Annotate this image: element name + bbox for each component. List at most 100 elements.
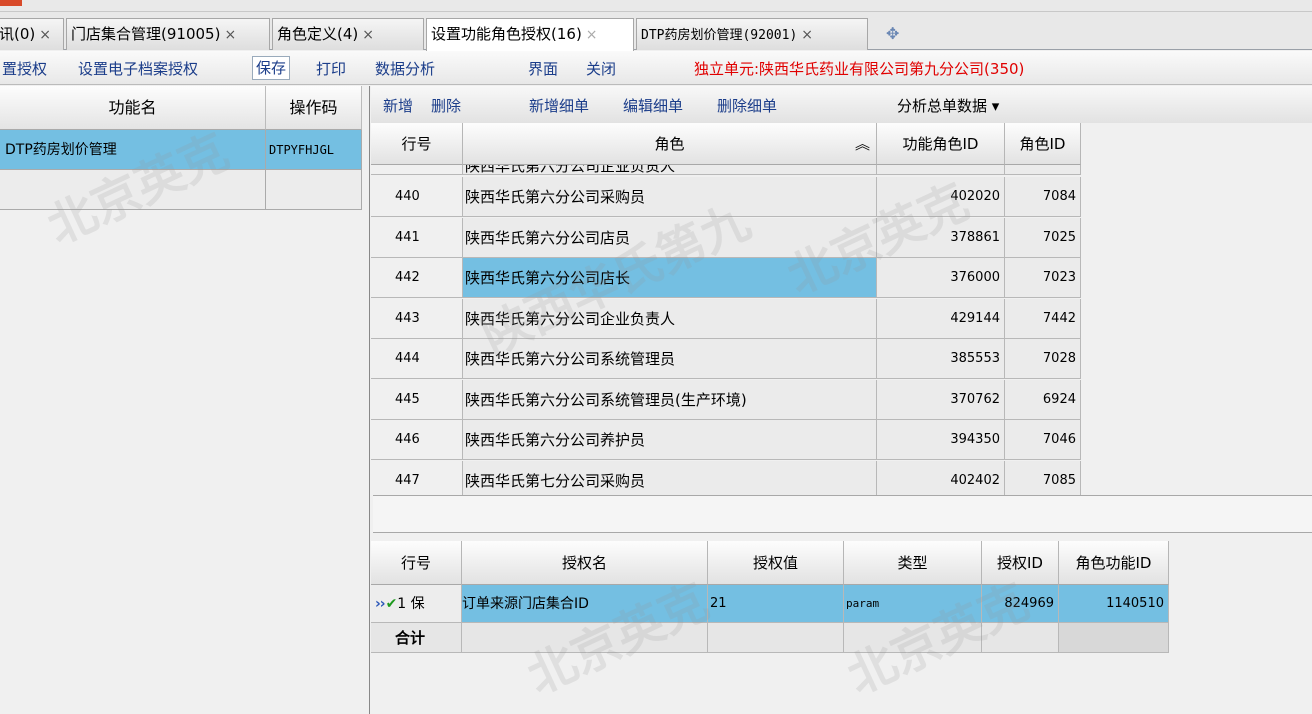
table-row-indicator[interactable]: ››✔1 保	[371, 585, 462, 623]
line-cell[interactable]: 443	[371, 298, 463, 339]
sort-ascending-icon[interactable]: ︽	[855, 123, 870, 165]
function-role-id-cell[interactable]: 429144	[877, 298, 1005, 339]
column-header-type[interactable]: 类型	[844, 541, 982, 585]
role-cell[interactable]: 陕西华氏第七分公司采购员	[463, 460, 877, 495]
analysis-dropdown[interactable]: 分析总单数据 ▾	[897, 95, 999, 116]
role-cell[interactable]: 陕西华氏第六分公司店员	[463, 217, 877, 258]
function-role-id-cell[interactable]: 394350	[877, 420, 1005, 460]
delete-button[interactable]: 删除	[431, 95, 461, 116]
tab-role-definition[interactable]: 角色定义(4) ×	[272, 18, 424, 50]
operation-code-cell[interactable]: DTPYFHJGL	[266, 130, 362, 170]
role-grid: 行号 角色 ︽ 功能角色ID 角色ID 陕西华氏第六分公司企业负责人 440 陕西华…	[371, 123, 1081, 495]
tab-label: DTP药房划价管理(92001)	[641, 28, 798, 43]
data-analysis-button[interactable]: 数据分析	[375, 58, 435, 79]
chevron-down-icon: ▾	[991, 97, 1000, 115]
tab-store-set[interactable]: 门店集合管理(91005) ×	[66, 18, 270, 50]
close-icon[interactable]: ×	[362, 27, 374, 43]
role-id-cell[interactable]: 7025	[1005, 217, 1081, 258]
function-name-cell[interactable]: DTP药房划价管理	[0, 130, 266, 170]
top-strip	[0, 0, 1312, 12]
total-cell	[1059, 623, 1169, 653]
empty-cell[interactable]	[266, 170, 362, 210]
total-label: 合计	[371, 623, 462, 653]
empty-cell[interactable]	[0, 170, 266, 210]
column-header-role[interactable]: 角色 ︽	[463, 123, 877, 165]
column-header-line[interactable]: 行号	[371, 541, 462, 585]
role-id-cell[interactable]: 7046	[1005, 420, 1081, 460]
detail-toolbar: 新增 删除 新增细单 编辑细单 删除细单 分析总单数据 ▾	[371, 86, 1312, 123]
role-cell[interactable]: 陕西华氏第六分公司系统管理员	[463, 339, 877, 379]
column-header-role-id[interactable]: 角色ID	[1005, 123, 1081, 165]
main-toolbar: 置授权 设置电子档案授权 保存 打印 数据分析 界面 关闭 独立单元:陕西华氏药…	[0, 51, 1312, 85]
line-cell[interactable]: 446	[371, 420, 463, 460]
tab-label: 角色定义(4)	[277, 25, 359, 43]
role-id-cell[interactable]: 7028	[1005, 339, 1081, 379]
role-id-cell[interactable]: 7442	[1005, 298, 1081, 339]
role-cell[interactable]: 陕西华氏第六分公司店长	[463, 258, 877, 298]
close-icon[interactable]: ×	[586, 27, 598, 43]
function-role-id-cell[interactable]: 376000	[877, 258, 1005, 298]
function-role-id-cell[interactable]: 402402	[877, 460, 1005, 495]
column-header-function-role-id[interactable]: 功能角色ID	[877, 123, 1005, 165]
analysis-label: 分析总单数据	[897, 97, 988, 115]
close-icon[interactable]: ×	[39, 27, 51, 43]
tab-function-role-auth[interactable]: 设置功能角色授权(16) ×	[426, 18, 634, 51]
role-function-id-cell[interactable]: 1140510	[1059, 585, 1169, 623]
set-auth-button[interactable]: 置授权	[2, 58, 47, 79]
column-header-auth-id[interactable]: 授权ID	[982, 541, 1059, 585]
role-cell[interactable]: 陕西华氏第六分公司采购员	[463, 177, 877, 217]
function-role-id-cell[interactable]: 370762	[877, 379, 1005, 420]
close-icon[interactable]: ×	[224, 27, 236, 43]
add-tab-icon[interactable]: ✥	[886, 24, 902, 44]
role-cell[interactable]: 陕西华氏第六分公司系统管理员(生产环境)	[463, 379, 877, 420]
set-e-archive-auth-button[interactable]: 设置电子档案授权	[78, 58, 198, 79]
auth-value-cell[interactable]: 21	[708, 585, 844, 623]
print-button[interactable]: 打印	[316, 58, 346, 79]
role-id-cell[interactable]: 7023	[1005, 258, 1081, 298]
splitter-bar[interactable]	[373, 495, 1312, 533]
interface-button[interactable]: 界面	[528, 58, 558, 79]
function-role-id-cell[interactable]: 402020	[877, 177, 1005, 217]
auth-id-cell[interactable]: 824969	[982, 585, 1059, 623]
column-header-label: 角色	[654, 135, 685, 153]
line-cell[interactable]: 447	[371, 460, 463, 495]
role-id-cell[interactable]: 7084	[1005, 177, 1081, 217]
column-header-function-name[interactable]: 功能名	[0, 86, 266, 130]
line-cell[interactable]: 441	[371, 217, 463, 258]
line-cell[interactable]: 440	[371, 177, 463, 217]
add-button[interactable]: 新增	[383, 95, 413, 116]
table-row-partial[interactable]	[371, 165, 463, 175]
column-header-role-function-id[interactable]: 角色功能ID	[1059, 541, 1169, 585]
column-header-auth-name[interactable]: 授权名	[462, 541, 708, 585]
tab-label: 讯(0)	[0, 25, 36, 43]
delete-detail-button[interactable]: 删除细单	[717, 95, 777, 116]
table-row-partial[interactable]	[877, 165, 1005, 175]
auth-name-cell[interactable]: 订单来源门店集合ID	[462, 585, 708, 623]
close-icon[interactable]: ×	[801, 27, 813, 43]
line-cell[interactable]: 444	[371, 339, 463, 379]
table-row-partial[interactable]: 陕西华氏第六分公司企业负责人	[463, 165, 877, 175]
function-role-id-cell[interactable]: 385553	[877, 339, 1005, 379]
line-cell[interactable]: 442	[371, 258, 463, 298]
total-cell	[708, 623, 844, 653]
tab-dtp-pricing[interactable]: DTP药房划价管理(92001) ×	[636, 18, 868, 50]
edit-detail-button[interactable]: 编辑细单	[623, 95, 683, 116]
add-detail-button[interactable]: 新增细单	[529, 95, 589, 116]
table-row-partial[interactable]	[1005, 165, 1081, 175]
column-header-auth-value[interactable]: 授权值	[708, 541, 844, 585]
line-cell[interactable]: 445	[371, 379, 463, 420]
role-id-cell[interactable]: 6924	[1005, 379, 1081, 420]
role-cell[interactable]: 陕西华氏第六分公司养护员	[463, 420, 877, 460]
role-id-cell[interactable]: 7085	[1005, 460, 1081, 495]
column-header-operation-code[interactable]: 操作码	[266, 86, 362, 130]
type-cell[interactable]: param	[844, 585, 982, 623]
tab-label: 门店集合管理(91005)	[71, 25, 221, 43]
total-cell	[982, 623, 1059, 653]
function-grid: 功能名 操作码 DTP药房划价管理 DTPYFHJGL	[0, 86, 370, 714]
function-role-id-cell[interactable]: 378861	[877, 217, 1005, 258]
close-button[interactable]: 关闭	[586, 58, 616, 79]
tab-messages[interactable]: 讯(0) ×	[0, 18, 64, 50]
save-button[interactable]: 保存	[252, 56, 291, 80]
column-header-line[interactable]: 行号	[371, 123, 463, 165]
role-cell[interactable]: 陕西华氏第六分公司企业负责人	[463, 298, 877, 339]
